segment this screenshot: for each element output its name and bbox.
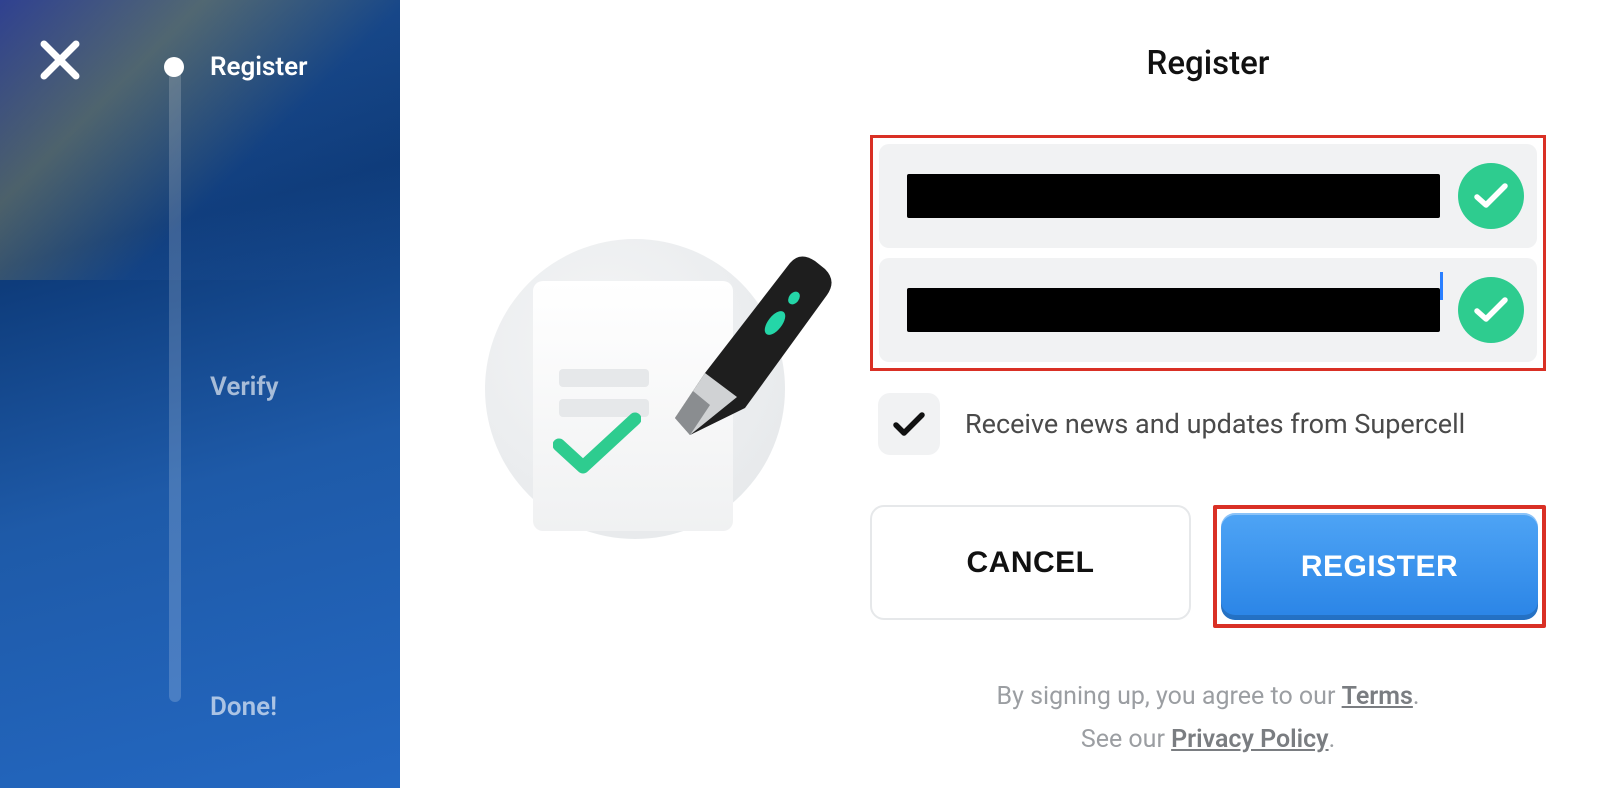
valid-icon (1458, 277, 1524, 343)
stepper-item-verify: Verify (160, 372, 279, 402)
confirm-email-field[interactable] (879, 258, 1537, 362)
stepper-dot (160, 693, 188, 721)
stepper-item-done: Done! (160, 692, 277, 722)
stepper-item-register: Register (160, 52, 308, 82)
terms-link[interactable]: Terms (1342, 682, 1413, 711)
register-button[interactable]: REGISTER (1221, 513, 1538, 620)
valid-icon (1458, 163, 1524, 229)
stepper-label: Register (210, 52, 308, 82)
register-highlight-annotation: REGISTER (1213, 505, 1546, 628)
checkmark-icon (553, 409, 641, 479)
illustration-column (400, 44, 870, 549)
stepper-label: Done! (210, 692, 277, 722)
newsletter-checkbox[interactable] (878, 393, 940, 455)
close-icon (34, 34, 86, 86)
pen-icon (635, 243, 835, 443)
page-title: Register (870, 44, 1546, 83)
input-highlight-annotation (870, 135, 1546, 371)
confirm-email-input-redacted[interactable] (907, 288, 1440, 332)
newsletter-label: Receive news and updates from Supercell (965, 408, 1465, 440)
privacy-link[interactable]: Privacy Policy (1171, 725, 1328, 754)
cancel-button[interactable]: CANCEL (870, 505, 1191, 620)
stepper-dot (160, 373, 188, 401)
legal-text: By signing up, you agree to our Terms. S… (870, 676, 1546, 761)
stepper-dot-active (164, 57, 184, 77)
progress-sidebar: Register Verify Done! (0, 0, 400, 788)
form-column: Register Receive news and updates from S… (870, 44, 1614, 761)
newsletter-checkbox-row: Receive news and updates from Supercell (870, 393, 1546, 455)
stepper-label: Verify (210, 372, 279, 402)
main-panel: Register Receive news and updates from S… (400, 0, 1614, 788)
button-row: CANCEL REGISTER (870, 505, 1546, 628)
check-icon (892, 410, 926, 438)
email-input-redacted[interactable] (907, 174, 1440, 218)
close-button[interactable] (34, 34, 86, 86)
email-field[interactable] (879, 144, 1537, 248)
register-illustration (475, 229, 795, 549)
